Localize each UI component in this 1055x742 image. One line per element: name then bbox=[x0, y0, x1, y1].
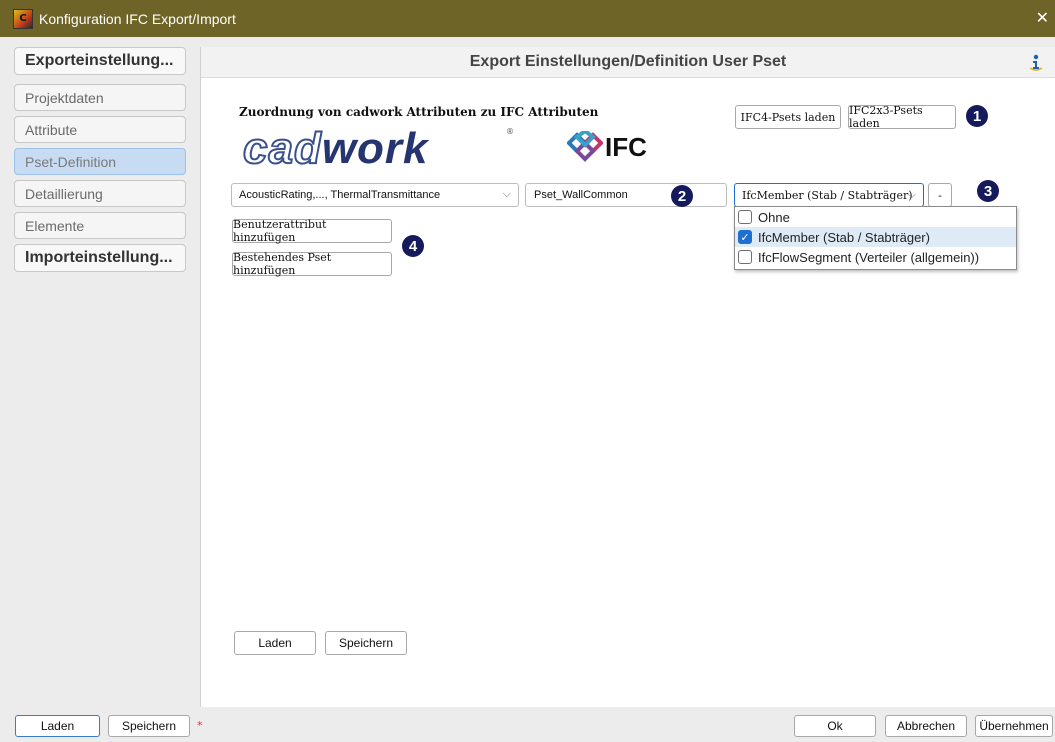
info-icon[interactable] bbox=[1027, 53, 1045, 71]
ok-button[interactable]: Ok bbox=[794, 715, 876, 737]
sidebar-item-attribute[interactable]: Attribute bbox=[14, 116, 186, 143]
remove-button[interactable]: - bbox=[928, 183, 952, 207]
footer-bar: Laden Speichern * Ok Abbrechen Übernehme… bbox=[0, 707, 1055, 742]
ifc-emblem-icon bbox=[567, 131, 603, 162]
callout-marker-2: 2 bbox=[671, 185, 693, 207]
app-icon: C bbox=[13, 8, 33, 29]
callout-marker-1: 1 bbox=[966, 105, 988, 127]
checkbox-checked-icon[interactable]: ✓ bbox=[738, 230, 752, 244]
unsaved-indicator: * bbox=[197, 719, 203, 732]
cadwork-logo: cadwork bbox=[242, 124, 429, 174]
load-ifc4-psets-button[interactable]: IFC4-Psets laden bbox=[735, 105, 841, 129]
attributes-combobox-value: AcousticRating,..., ThermalTransmittance bbox=[239, 189, 441, 201]
sidebar-item-pset-definition[interactable]: Pset-Definition bbox=[14, 148, 186, 175]
registered-mark: ® bbox=[506, 127, 514, 136]
sidebar-item-detaillierung[interactable]: Detaillierung bbox=[14, 180, 186, 207]
dropdown-item-ifcmember[interactable]: ✓ IfcMember (Stab / Stabträger) bbox=[735, 227, 1016, 247]
sidebar-import-settings[interactable]: Importeinstellung... bbox=[14, 244, 186, 272]
add-existing-pset-button[interactable]: Bestehendes Pset hinzufügen bbox=[232, 251, 392, 277]
dropdown-item-ohne[interactable]: Ohne bbox=[735, 207, 1016, 227]
ifc-entity-combobox[interactable]: IfcMember (Stab / Stabträger) ⌵ bbox=[734, 183, 924, 207]
close-icon[interactable]: ✕ bbox=[1036, 8, 1049, 27]
assignment-label: Zuordnung von cadwork Attributen zu IFC … bbox=[239, 105, 599, 119]
panel-save-button[interactable]: Speichern bbox=[325, 631, 407, 655]
ifc-entity-combobox-value: IfcMember (Stab / Stabträger) bbox=[742, 188, 913, 202]
dropdown-item-ifcflowsegment[interactable]: IfcFlowSegment (Verteiler (allgemein)) bbox=[735, 247, 1016, 267]
panel-load-button[interactable]: Laden bbox=[234, 631, 316, 655]
ifc-entity-dropdown-list: Ohne ✓ IfcMember (Stab / Stabträger) Ifc… bbox=[734, 206, 1017, 270]
add-user-attribute-button[interactable]: Benutzerattribut hinzufügen bbox=[232, 218, 392, 244]
sidebar-item-elemente[interactable]: Elemente bbox=[14, 212, 186, 239]
callout-marker-3: 3 bbox=[977, 180, 999, 202]
load-ifc2x3-psets-button[interactable]: IFC2x3-Psets laden bbox=[848, 104, 956, 130]
title-bar: C Konfiguration IFC Export/Import ✕ bbox=[0, 0, 1055, 37]
callout-marker-4: 4 bbox=[402, 235, 424, 257]
chevron-down-icon: ⌵ bbox=[502, 188, 511, 200]
apply-button[interactable]: Übernehmen bbox=[975, 715, 1053, 737]
ifc-logo: IFC bbox=[567, 131, 647, 163]
main-panel: Export Einstellungen/Definition User Pse… bbox=[200, 47, 1055, 707]
sidebar-export-settings[interactable]: Exporteinstellung... bbox=[14, 47, 186, 75]
panel-title: Export Einstellungen/Definition User Pse… bbox=[469, 53, 787, 70]
footer-load-button[interactable]: Laden bbox=[15, 715, 100, 737]
checkbox-icon[interactable] bbox=[738, 210, 752, 224]
window-title: Konfiguration IFC Export/Import bbox=[39, 10, 236, 27]
cancel-button[interactable]: Abbrechen bbox=[885, 715, 967, 737]
pset-name-input[interactable]: Pset_WallCommon bbox=[525, 183, 727, 207]
attributes-combobox[interactable]: AcousticRating,..., ThermalTransmittance… bbox=[231, 183, 519, 207]
checkbox-icon[interactable] bbox=[738, 250, 752, 264]
chevron-down-icon: ⌵ bbox=[907, 188, 916, 201]
panel-header: Export Einstellungen/Definition User Pse… bbox=[201, 47, 1055, 78]
footer-save-button[interactable]: Speichern bbox=[108, 715, 190, 737]
sidebar-item-projektdaten[interactable]: Projektdaten bbox=[14, 84, 186, 111]
